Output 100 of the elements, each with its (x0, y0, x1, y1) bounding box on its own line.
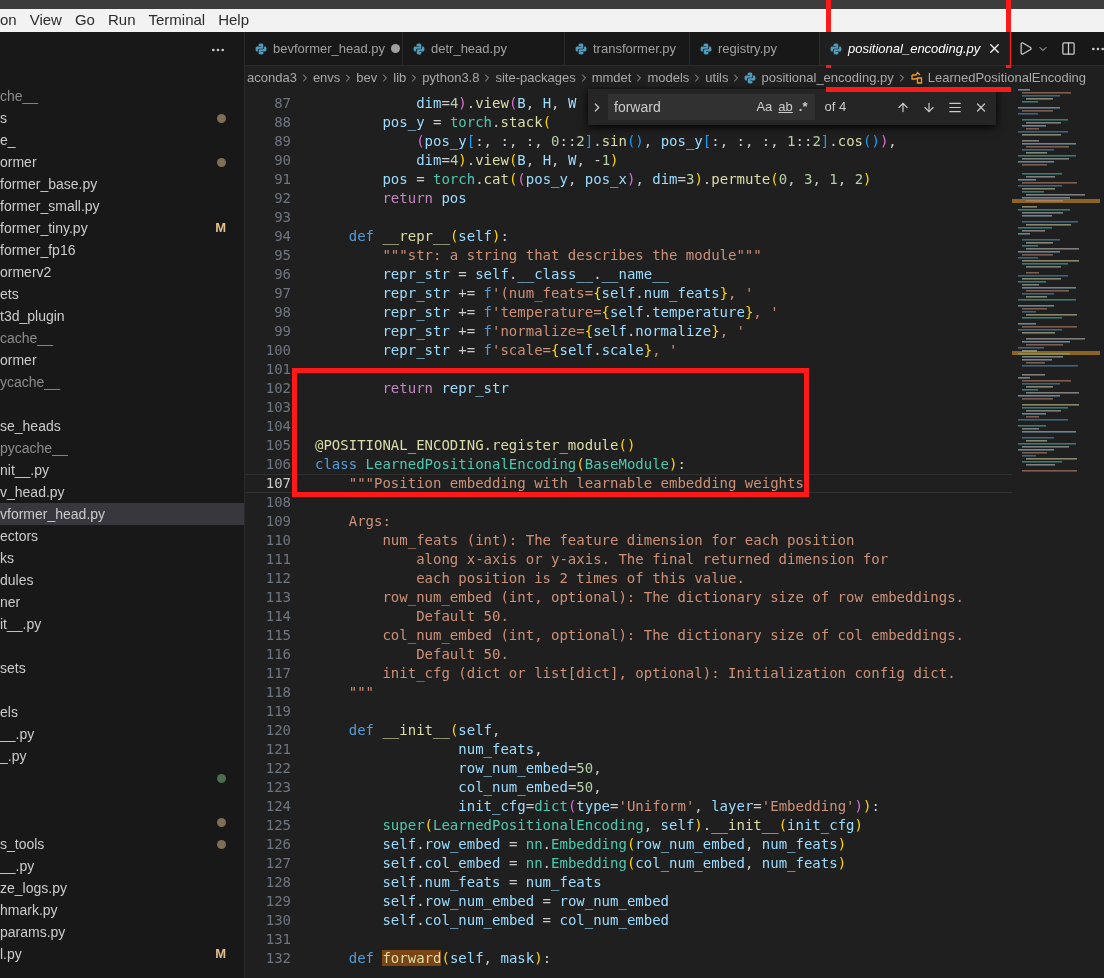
file-tree-item[interactable]: ormerv2 (0, 261, 244, 283)
file-name: hmark.py (0, 900, 58, 920)
file-tree-item[interactable]: nit__.py (0, 459, 244, 481)
menu-item[interactable]: View (29, 9, 62, 32)
menu-item[interactable]: Go (74, 9, 95, 32)
code-line: def __repr__(self): (347, 227, 509, 246)
file-tree-item[interactable]: __.py (0, 855, 244, 877)
breadcrumb-item[interactable]: LearnedPositionalEncoding (927, 67, 1087, 88)
find-option[interactable]: Aa (753, 97, 776, 117)
file-name: former_base.py (0, 174, 98, 194)
line-number: 108 (264, 493, 291, 512)
find-option[interactable]: .* (795, 97, 811, 117)
split-editor-icon[interactable] (1061, 41, 1076, 56)
file-tree-item[interactable]: l.py M (0, 943, 244, 965)
file-tree-item[interactable]: ner (0, 591, 244, 613)
file-tree-item[interactable]: ormer (0, 151, 244, 173)
file-tree-item[interactable]: ormer (0, 349, 244, 371)
file-tree-item[interactable]: former_tiny.py M (0, 217, 244, 239)
menu-item[interactable]: on (0, 9, 17, 32)
editor-tab[interactable]: transformer.py (565, 32, 690, 65)
line-number: 94 (273, 227, 291, 246)
file-tree-item[interactable]: former_fp16 (0, 239, 244, 261)
line-number: 124 (264, 797, 291, 816)
file-name: v_head.py (0, 482, 65, 502)
file-tree-item[interactable]: params.py (0, 921, 244, 943)
file-name: l.py (0, 944, 22, 964)
file-tree-item[interactable]: cache__ (0, 327, 244, 349)
line-number: 125 (264, 816, 291, 835)
file-name: se_heads (0, 416, 61, 436)
python-file-icon (255, 42, 267, 55)
file-tree-item[interactable]: it__.py (0, 613, 244, 635)
line-number: 98 (273, 303, 291, 322)
line-number: 101 (264, 360, 291, 379)
file-name: nit__.py (0, 460, 50, 480)
menu-item[interactable]: Help (218, 9, 250, 32)
line-number: 100 (264, 341, 291, 360)
code-line: def __init__(self, (347, 721, 501, 740)
python-file-icon (700, 42, 712, 55)
line-number: 123 (264, 778, 291, 797)
file-tree-item[interactable]: former_small.py (0, 195, 244, 217)
run-icon[interactable] (1018, 41, 1033, 56)
file-tree-item[interactable]: sets (0, 657, 244, 679)
line-number: 126 (264, 835, 291, 854)
file-tree-item[interactable]: se_heads (0, 415, 244, 437)
menu-item[interactable]: Run (107, 9, 136, 32)
file-name: e_ (0, 130, 16, 150)
git-status: M (215, 219, 226, 238)
line-number: 113 (264, 588, 291, 607)
line-number: 117 (264, 664, 291, 683)
code-line: return pos (381, 189, 467, 208)
file-tree-item[interactable]: els (0, 701, 244, 723)
code-line: init_cfg (dict or list[dict], optional): Initialization config dict. (381, 664, 956, 683)
line-number: 112 (264, 569, 291, 588)
code-line: init_cfg=dict(type='Uniform', layer='Embedding')): (457, 797, 880, 816)
file-tree-item[interactable]: v_head.py (0, 481, 244, 503)
editor-tab[interactable]: detr_head.py (403, 32, 565, 65)
editor-tab[interactable]: positional_encoding.py (820, 32, 1010, 65)
find-option[interactable]: ab (775, 97, 796, 117)
line-number: 88 (273, 113, 291, 132)
file-name: ectors (0, 526, 39, 546)
file-tree-item[interactable]: ets (0, 283, 244, 305)
class-symbol-icon (909, 70, 924, 85)
file-tree-item[interactable]: ks (0, 547, 244, 569)
breadcrumb-item[interactable]: positional_encoding.py (761, 67, 894, 88)
file-tree-item[interactable]: ycache__ (0, 371, 244, 393)
file-tree-item[interactable]: vformer_head.py (0, 503, 244, 525)
file-name: che__ (0, 86, 39, 106)
code-line: dim=4).view(B, H, W (415, 94, 577, 113)
find-input[interactable]: forward Aa ab .* (608, 94, 815, 120)
file-tree-item[interactable]: s_tools (0, 833, 244, 855)
file-tree-item[interactable]: t3d_plugin (0, 305, 244, 327)
file-tree-item[interactable]: __.py (0, 723, 244, 745)
line-number: 119 (264, 702, 291, 721)
file-name: ks (0, 548, 14, 568)
line-number: 114 (264, 607, 291, 626)
file-tree-item[interactable]: s (0, 107, 244, 129)
line-number: 115 (264, 626, 291, 645)
file-tree-item[interactable]: dules (0, 569, 244, 591)
code-line: self.row_num_embed = row_num_embed (381, 892, 670, 911)
git-status: M (215, 945, 226, 964)
editor-tab[interactable]: bevformer_head.py (245, 32, 403, 65)
file-tree-item[interactable]: e_ (0, 129, 244, 151)
file-tree-item[interactable]: ectors (0, 525, 244, 547)
file-tree-item[interactable]: former_base.py (0, 173, 244, 195)
python-file-icon (575, 42, 587, 55)
file-name: ormer (0, 152, 37, 172)
python-file-icon (744, 71, 757, 84)
code-line: class LearnedPositionalEncoding(BaseModule): (315, 455, 686, 474)
file-name: ets (0, 284, 19, 304)
file-tree-item[interactable]: pycache__ (0, 437, 244, 459)
menu-item[interactable]: Terminal (148, 9, 206, 32)
file-tree-item[interactable]: che__ (0, 85, 244, 107)
line-number: 129 (264, 892, 291, 911)
file-tree-item[interactable]: ze_logs.py (0, 877, 244, 899)
line-number: 128 (264, 873, 291, 892)
code-line: pos = torch.cat((pos_y, pos_x), dim=3).permute(0, 3, 1, 2) (381, 170, 872, 189)
file-tree-item[interactable]: _.py (0, 745, 244, 767)
file-tree-item[interactable]: hmark.py (0, 899, 244, 921)
line-number: 91 (273, 170, 291, 189)
line-number: 87 (273, 94, 291, 113)
